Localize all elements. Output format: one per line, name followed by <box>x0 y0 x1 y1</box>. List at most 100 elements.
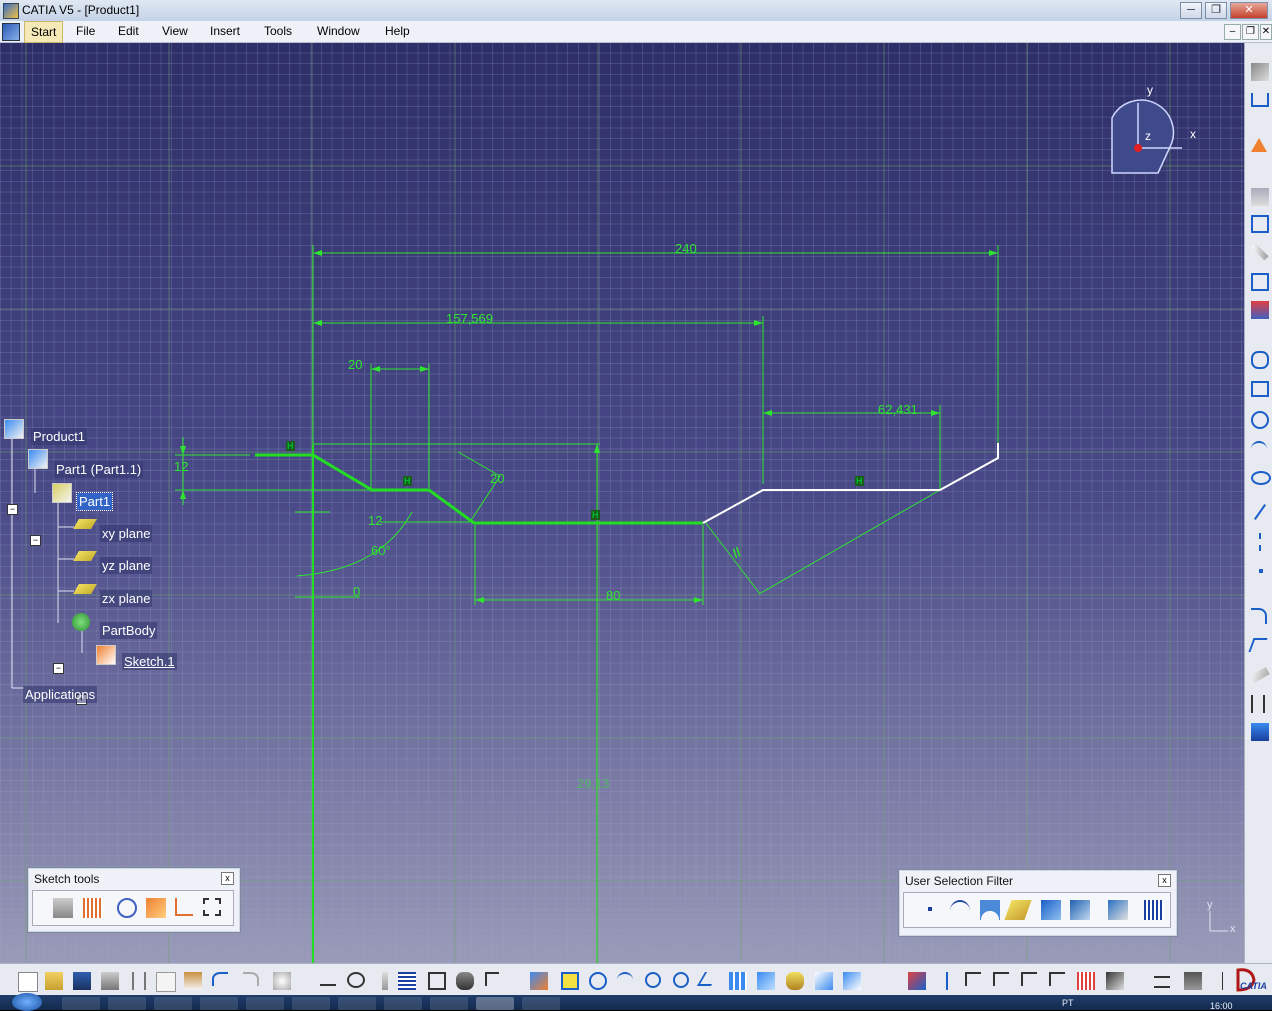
horizontal-constraint-3[interactable]: H <box>591 510 600 520</box>
tree-node-partbody[interactable]: PartBody <box>100 622 158 639</box>
taskbar-file-icon[interactable] <box>522 997 560 1010</box>
feature-filter-icon[interactable] <box>1041 900 1061 920</box>
help-icon[interactable] <box>273 972 291 990</box>
open-icon[interactable] <box>45 972 63 990</box>
tree-node-part-instance[interactable]: Part1 (Part1.1) <box>54 461 144 478</box>
menu-edit[interactable]: Edit <box>118 24 139 38</box>
select-icon[interactable] <box>1251 138 1267 152</box>
new-icon[interactable] <box>18 972 38 992</box>
horizontal-constraint-2[interactable]: H <box>403 476 412 486</box>
comment-icon[interactable] <box>347 972 365 988</box>
taskbar-media-icon[interactable] <box>108 997 146 1010</box>
constraint-icon[interactable] <box>1251 273 1269 291</box>
3d-grid-icon[interactable] <box>965 972 981 986</box>
dim-0[interactable]: 0 <box>353 584 360 599</box>
doc-restore-button[interactable]: ❐ <box>1242 24 1259 40</box>
standard-element-icon[interactable] <box>53 898 73 918</box>
shading-icon[interactable] <box>786 972 804 990</box>
line-icon[interactable] <box>1254 504 1266 520</box>
point-filter-icon[interactable] <box>928 907 932 911</box>
output-feature-icon[interactable] <box>993 972 1009 986</box>
cut-icon[interactable] <box>132 972 146 990</box>
tray-language[interactable]: PT <box>1062 998 1074 1008</box>
measure-icon[interactable] <box>1154 976 1170 988</box>
document-icon[interactable] <box>2 23 20 41</box>
undo-icon[interactable] <box>212 972 228 986</box>
geometrical-constraints-icon[interactable] <box>175 898 193 916</box>
fly-mode-icon[interactable] <box>530 972 548 990</box>
pencil-icon[interactable] <box>1251 243 1269 261</box>
construction-element-icon[interactable] <box>146 898 166 918</box>
copy-icon[interactable] <box>156 972 176 992</box>
tree-node-yz-plane[interactable]: yz plane <box>100 557 153 574</box>
chamfer-icon[interactable] <box>1248 638 1268 652</box>
rectangle-icon[interactable] <box>1251 381 1269 397</box>
menu-tools[interactable]: Tools <box>264 24 292 38</box>
eraser-icon[interactable] <box>1250 667 1270 683</box>
trap-selection-icon[interactable] <box>1144 900 1164 920</box>
sketch-analysis-icon[interactable] <box>946 972 948 990</box>
tree-node-zx-plane[interactable]: zx plane <box>100 590 153 607</box>
quick-select-icon[interactable] <box>1108 900 1128 920</box>
zoom-in-icon[interactable] <box>645 972 661 988</box>
cut-part-by-plane-icon[interactable] <box>908 972 926 990</box>
save-icon[interactable] <box>73 972 91 990</box>
profile-feature-icon[interactable] <box>1021 972 1037 986</box>
volume-filter-icon[interactable] <box>1004 900 1032 920</box>
sketch-tools-toolbar[interactable]: Sketch tools x <box>27 867 241 933</box>
tree-node-part[interactable]: Part1 <box>75 492 114 511</box>
dimension-display-icon[interactable] <box>1077 972 1095 990</box>
sketch-viewport[interactable]: 240 157,569 20 62,431 12 20 12 60° 0 80 … <box>0 43 1244 963</box>
dim-20-top[interactable]: 20 <box>348 357 362 372</box>
visualization-icon[interactable] <box>1049 972 1065 986</box>
tree-node-xy-plane[interactable]: xy plane <box>100 525 153 542</box>
taskbar-excel-icon[interactable] <box>292 997 330 1010</box>
dim-62[interactable]: 62,431 <box>878 402 918 417</box>
tree-node-applications[interactable]: Applications <box>23 686 98 703</box>
fit-all-icon[interactable] <box>561 972 579 990</box>
knowledge-icon[interactable] <box>485 972 499 986</box>
redo-icon[interactable] <box>243 972 259 986</box>
project-3d-icon[interactable] <box>1251 723 1269 741</box>
print-icon[interactable] <box>101 972 119 990</box>
menu-insert[interactable]: Insert <box>210 24 240 38</box>
geometry-filter-icon[interactable] <box>1070 900 1090 920</box>
workbench-icon[interactable] <box>1251 63 1269 81</box>
catalog-icon[interactable] <box>428 972 446 990</box>
taskbar-explorer-icon[interactable] <box>62 997 100 1010</box>
circle-icon[interactable] <box>1251 411 1269 429</box>
dim-157[interactable]: 157,569 <box>446 311 493 326</box>
menu-view[interactable]: View <box>162 24 188 38</box>
inertia-icon[interactable] <box>1184 972 1202 990</box>
taskbar-catia-icon[interactable] <box>476 997 514 1010</box>
tree-node-product[interactable]: Product1 <box>31 428 88 445</box>
dim-240[interactable]: 240 <box>675 241 697 256</box>
menu-help[interactable]: Help <box>385 24 410 38</box>
exit-workbench-icon[interactable] <box>1251 93 1269 107</box>
menu-file[interactable]: File <box>76 24 95 38</box>
restore-button[interactable]: ❐ <box>1205 2 1227 19</box>
surface-filter-icon[interactable] <box>980 900 1000 920</box>
menu-start[interactable]: Start <box>24 21 64 43</box>
table-icon[interactable] <box>398 972 416 990</box>
rotate-icon[interactable] <box>617 972 633 988</box>
user-selection-filter-close-button[interactable]: x <box>1158 874 1171 887</box>
collapse-part-instance-icon[interactable]: − <box>30 535 41 546</box>
sketch-profile-constrained[interactable] <box>255 453 703 525</box>
spline-icon[interactable] <box>1251 441 1267 457</box>
pan-icon[interactable] <box>589 972 607 990</box>
hide-show-icon[interactable] <box>815 972 833 990</box>
taskbar-access-icon[interactable] <box>338 997 376 1010</box>
dim-12-mid[interactable]: 12 <box>368 513 382 528</box>
sketch-profile-unconstrained[interactable] <box>702 443 999 524</box>
collapse-product-icon[interactable]: − <box>7 504 18 515</box>
normal-view-icon[interactable] <box>696 972 720 986</box>
horizontal-constraint-4[interactable]: H <box>855 476 864 486</box>
light-icon[interactable] <box>382 972 388 990</box>
dim-29-13[interactable]: 29,13 <box>577 776 610 791</box>
profile-toolbar-icon[interactable] <box>1251 188 1269 206</box>
close-button[interactable]: ✕ <box>1230 2 1268 19</box>
point-icon[interactable] <box>1259 569 1263 573</box>
axis-icon[interactable] <box>1259 533 1261 551</box>
cut-part-icon[interactable] <box>1251 215 1269 233</box>
